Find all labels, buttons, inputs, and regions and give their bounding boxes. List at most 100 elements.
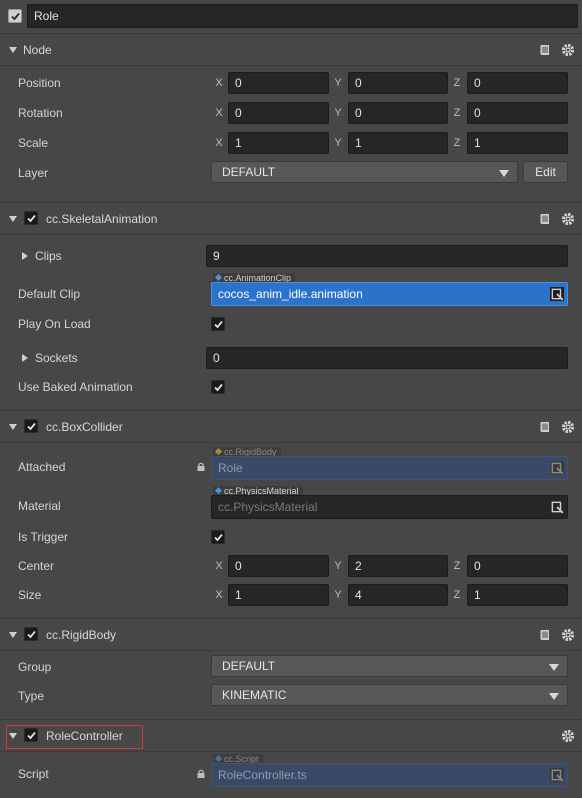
asset-picker-icon[interactable] <box>550 500 564 514</box>
rigid-body-section-header[interactable]: cc.RigidBody <box>0 620 582 650</box>
axis-x-label: X <box>215 107 223 119</box>
axis-z-label: Z <box>453 589 461 601</box>
material-asset-field[interactable]: cc.PhysicsMaterial <box>211 495 568 519</box>
size-label: Size <box>18 588 42 602</box>
asset-picker-icon <box>550 768 564 782</box>
expand-arrow-icon[interactable] <box>22 252 28 260</box>
gear-icon[interactable] <box>561 729 575 743</box>
group-label: Group <box>18 660 52 674</box>
use-baked-animation-checkbox[interactable] <box>211 380 225 394</box>
layer-label: Layer <box>18 166 49 180</box>
rigid-body-enabled-checkbox[interactable] <box>24 627 38 641</box>
highlight-box <box>6 725 143 749</box>
expand-arrow-icon[interactable] <box>22 354 28 362</box>
axis-y-label: Y <box>334 107 342 119</box>
gear-icon[interactable] <box>561 628 575 642</box>
node-title: Node <box>23 43 52 57</box>
is-trigger-label: Is Trigger <box>18 530 69 544</box>
attached-rigidbody-field: Role <box>211 456 568 480</box>
size-z-input[interactable]: 1 <box>467 584 568 606</box>
scale-label: Scale <box>18 136 49 150</box>
axis-y-label: Y <box>334 560 342 572</box>
clips-count-input[interactable]: 9 <box>206 245 568 267</box>
center-z-input[interactable]: 0 <box>467 555 568 577</box>
play-on-load-checkbox[interactable] <box>211 317 225 331</box>
axis-x-label: X <box>215 589 223 601</box>
rotation-label: Rotation <box>18 106 63 120</box>
inspector-panel: { "entity": {"name": "Role", "enabled": … <box>0 0 582 798</box>
axis-y-label: Y <box>334 137 342 149</box>
size-x-input[interactable]: 1 <box>228 584 329 606</box>
help-book-icon[interactable] <box>538 212 552 226</box>
collapse-arrow-icon[interactable] <box>9 632 17 638</box>
axis-z-label: Z <box>453 560 461 572</box>
axis-z-label: Z <box>453 77 461 89</box>
is-trigger-checkbox[interactable] <box>211 530 225 544</box>
lock-icon <box>197 769 205 778</box>
sockets-label: Sockets <box>35 351 78 365</box>
clips-label: Clips <box>35 249 62 263</box>
asset-type-icon <box>214 486 223 495</box>
chevron-down-icon <box>549 693 559 700</box>
layer-edit-button[interactable]: Edit <box>523 161 568 183</box>
box-collider-section-header[interactable]: cc.BoxCollider <box>0 412 582 442</box>
skeletal-title: cc.SkeletalAnimation <box>46 212 158 226</box>
scale-z-input[interactable]: 1 <box>467 132 568 154</box>
material-label: Material <box>18 499 61 513</box>
gear-icon[interactable] <box>561 420 575 434</box>
script-asset-field: RoleController.ts <box>211 763 568 787</box>
default-clip-asset-field[interactable]: cocos_anim_idle.animation <box>211 282 568 306</box>
type-label: Type <box>18 689 45 703</box>
axis-z-label: Z <box>453 107 461 119</box>
chevron-down-icon <box>549 664 559 671</box>
collapse-arrow-icon[interactable] <box>9 216 17 222</box>
box-collider-title: cc.BoxCollider <box>46 420 123 434</box>
scale-x-input[interactable]: 1 <box>228 132 329 154</box>
attached-label: Attached <box>18 460 66 474</box>
gear-icon[interactable] <box>561 212 575 226</box>
asset-picker-icon[interactable] <box>550 287 564 301</box>
rigid-body-title: cc.RigidBody <box>46 628 117 642</box>
gear-icon[interactable] <box>561 43 575 57</box>
help-book-icon[interactable] <box>538 43 552 57</box>
node-section-header[interactable]: Node <box>0 35 582 65</box>
entity-name-input[interactable]: Role <box>27 4 578 28</box>
position-y-input[interactable]: 0 <box>348 72 448 94</box>
position-z-input[interactable]: 0 <box>467 72 568 94</box>
help-book-icon[interactable] <box>538 420 552 434</box>
asset-picker-icon <box>550 461 564 475</box>
type-dropdown[interactable]: KINEMATIC <box>211 684 568 706</box>
entity-enabled-checkbox[interactable] <box>8 9 22 23</box>
asset-type-icon <box>214 447 223 456</box>
skeletal-enabled-checkbox[interactable] <box>24 211 38 225</box>
scale-y-input[interactable]: 1 <box>348 132 448 154</box>
position-x-input[interactable]: 0 <box>228 72 329 94</box>
sockets-count-input[interactable]: 0 <box>206 347 568 369</box>
collapse-arrow-icon[interactable] <box>9 47 17 53</box>
collapse-arrow-icon[interactable] <box>9 424 17 430</box>
axis-x-label: X <box>215 560 223 572</box>
size-y-input[interactable]: 4 <box>348 584 448 606</box>
rotation-y-input[interactable]: 0 <box>348 102 448 124</box>
center-x-input[interactable]: 0 <box>228 555 329 577</box>
script-label: Script <box>18 767 49 781</box>
axis-y-label: Y <box>334 589 342 601</box>
chevron-down-icon <box>499 170 509 177</box>
help-book-icon[interactable] <box>538 628 552 642</box>
axis-x-label: X <box>215 77 223 89</box>
axis-z-label: Z <box>453 137 461 149</box>
box-collider-enabled-checkbox[interactable] <box>24 419 38 433</box>
layer-dropdown[interactable]: DEFAULT <box>211 161 518 183</box>
use-baked-animation-label: Use Baked Animation <box>18 380 133 394</box>
group-dropdown[interactable]: DEFAULT <box>211 655 568 677</box>
position-label: Position <box>18 76 61 90</box>
play-on-load-label: Play On Load <box>18 317 91 331</box>
rotation-x-input[interactable]: 0 <box>228 102 329 124</box>
center-y-input[interactable]: 2 <box>348 555 448 577</box>
rotation-z-input[interactable]: 0 <box>467 102 568 124</box>
asset-type-icon <box>214 273 223 282</box>
axis-x-label: X <box>215 137 223 149</box>
axis-y-label: Y <box>334 77 342 89</box>
skeletal-section-header[interactable]: cc.SkeletalAnimation <box>0 204 582 234</box>
lock-icon <box>197 462 205 471</box>
